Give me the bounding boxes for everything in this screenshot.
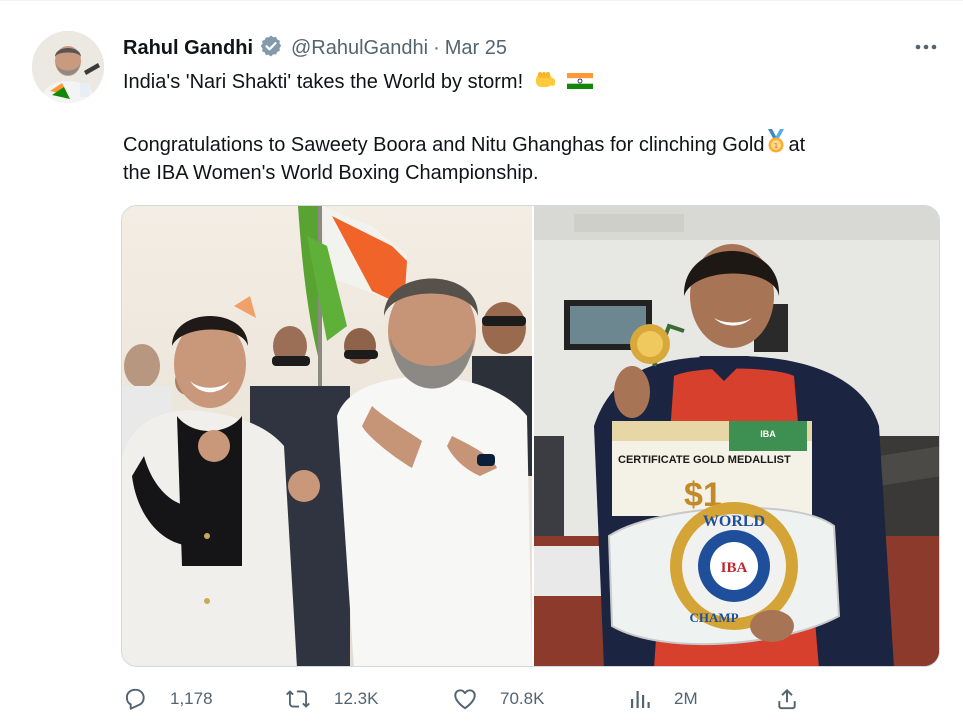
like-icon [454,689,476,710]
tweet-text-part: at [788,134,806,156]
belt-bottom-text: CHAMP [689,610,738,625]
tweet-header: Rahul Gandhi @RahulGandhi · Mar 25 [123,35,507,61]
belt-center-text: IBA [721,560,748,576]
reply-icon [125,688,145,710]
retweet-icon [286,690,310,708]
certificate-title-text: CERTIFICATE GOLD MEDALLIST [618,454,791,466]
india-flag-emoji-icon [566,70,594,100]
tweet-text-part: Congratulations to Saweety Boora and Nit… [123,134,765,156]
fist-emoji-icon [533,69,557,100]
like-count: 70.8K [500,689,545,708]
tweet-date[interactable]: Mar 25 [445,37,507,60]
reply-button[interactable]: 1,178 [122,681,213,717]
tweet[interactable]: Rahul Gandhi @RahulGandhi · Mar 25 India… [0,0,963,722]
certificate-banner-text: IBA [760,429,776,439]
tweet-text-line-3: the IBA Women's World Boxing Championshi… [123,158,923,188]
share-icon [778,688,796,710]
views-icon [631,691,650,708]
photo-right[interactable]: IBA CERTIFICATE GOLD MEDALLIST $1 WORLD … [534,206,939,666]
action-bar: 1,178 12.3K 70.8K 2M [122,681,812,717]
views-count: 2M [674,689,698,708]
reply-count: 1,178 [170,689,213,708]
more-icon[interactable] [911,35,941,59]
belt-top-text: WORLD [703,513,765,530]
photo-left[interactable] [122,206,532,666]
separator-dot: · [433,36,440,59]
svg-text:1: 1 [773,142,777,150]
verified-badge-icon [253,34,283,63]
views-button[interactable]: 2M [628,681,698,717]
media-grid[interactable]: IBA CERTIFICATE GOLD MEDALLIST $1 WORLD … [121,205,940,667]
like-button[interactable]: 70.8K [452,681,544,717]
tweet-text-line-1: India's 'Nari Shakti' takes the World by… [123,67,923,100]
retweet-count: 12.3K [334,689,379,708]
tweet-text-part: India's 'Nari Shakti' takes the World by… [123,71,524,93]
retweet-button[interactable]: 12.3K [284,681,378,717]
author-name[interactable]: Rahul Gandhi [123,37,253,60]
share-button[interactable] [774,681,822,717]
avatar[interactable] [32,31,104,103]
author-handle[interactable]: @RahulGandhi [291,37,428,60]
tweet-text-part: the IBA Women's World Boxing Championshi… [123,162,539,184]
